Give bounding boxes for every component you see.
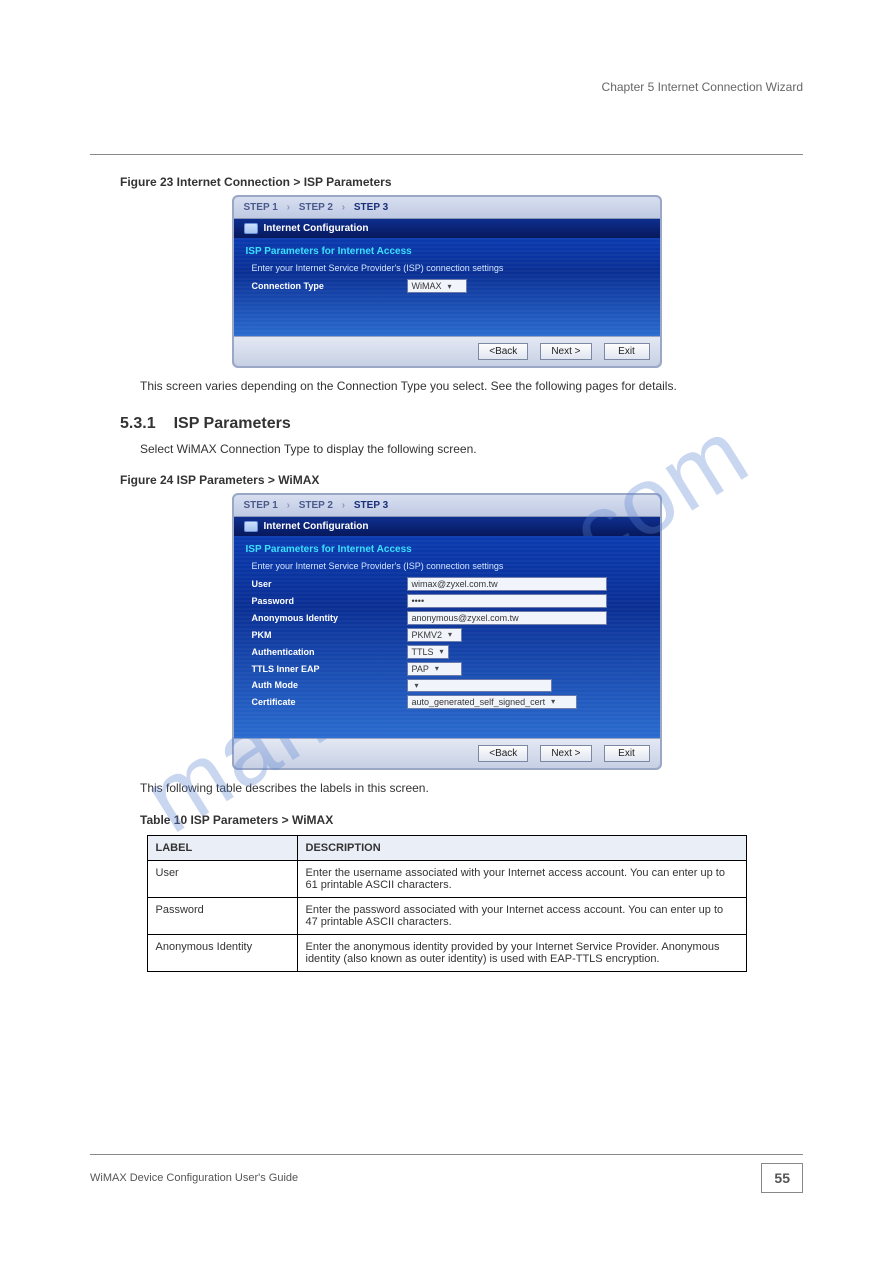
th-label: LABEL xyxy=(147,836,297,861)
next-button[interactable]: Next > xyxy=(540,745,591,762)
mid-paragraph: This screen varies depending on the Conn… xyxy=(140,378,753,395)
conn-type-select[interactable]: WiMAX xyxy=(407,279,467,293)
step-sep-icon: › xyxy=(342,500,345,511)
subsection-text: Select WiMAX Connection Type to display … xyxy=(140,441,753,458)
authmode-row: Auth Mode xyxy=(252,679,648,692)
wizard1-steps: STEP 1 › STEP 2 › STEP 3 xyxy=(234,197,660,219)
password-row: Password •••• xyxy=(252,594,648,608)
cert-label: Certificate xyxy=(252,697,407,707)
step2-label: STEP 2 xyxy=(299,202,333,213)
ttls-row: TTLS Inner EAP PAP xyxy=(252,662,648,676)
footer-guide: WiMAX Device Configuration User's Guide xyxy=(90,1172,298,1184)
anon-label: Anonymous Identity xyxy=(252,613,407,623)
step1-label: STEP 1 xyxy=(244,202,278,213)
cell-desc: Enter the password associated with your … xyxy=(297,898,746,935)
wizard1-titlebar: Internet Configuration xyxy=(234,219,660,238)
table-row: Anonymous Identity Enter the anonymous i… xyxy=(147,935,746,972)
cert-row: Certificate auto_generated_self_signed_c… xyxy=(252,695,648,709)
figure1-caption: Figure 23 Internet Connection > ISP Para… xyxy=(120,175,803,189)
page-footer: WiMAX Device Configuration User's Guide … xyxy=(90,1154,803,1193)
table-row: User Enter the username associated with … xyxy=(147,861,746,898)
header-rule xyxy=(90,154,803,155)
password-input[interactable]: •••• xyxy=(407,594,607,608)
isp-params-table: LABEL DESCRIPTION User Enter the usernam… xyxy=(147,835,747,972)
step-sep-icon: › xyxy=(342,202,345,213)
pkm-row: PKM PKMV2 xyxy=(252,628,648,642)
step-sep-icon: › xyxy=(287,202,290,213)
authmode-label: Auth Mode xyxy=(252,680,407,690)
wizard2-titlebar: Internet Configuration xyxy=(234,517,660,536)
password-label: Password xyxy=(252,596,407,606)
step3-label: STEP 3 xyxy=(354,202,388,213)
wizard-figure2: STEP 1 › STEP 2 › STEP 3 Internet Config… xyxy=(232,493,662,770)
subsection-number: 5.3.1 xyxy=(120,415,156,433)
user-label: User xyxy=(252,579,407,589)
cell-label: Anonymous Identity xyxy=(147,935,297,972)
figure2-caption: Figure 24 ISP Parameters > WiMAX xyxy=(120,473,803,487)
th-desc: DESCRIPTION xyxy=(297,836,746,861)
wizard1-title: Internet Configuration xyxy=(264,223,369,234)
back-button[interactable]: <Back xyxy=(478,745,528,762)
step3-label: STEP 3 xyxy=(354,500,388,511)
folder-icon xyxy=(244,521,258,532)
wizard1-section: ISP Parameters for Internet Access xyxy=(246,246,648,257)
table-row: Password Enter the password associated w… xyxy=(147,898,746,935)
pkm-select[interactable]: PKMV2 xyxy=(407,628,462,642)
step-sep-icon: › xyxy=(287,500,290,511)
wizard1-body: ISP Parameters for Internet Access Enter… xyxy=(234,238,660,336)
step2-label: STEP 2 xyxy=(299,500,333,511)
step1-label: STEP 1 xyxy=(244,500,278,511)
anon-row: Anonymous Identity anonymous@zyxel.com.t… xyxy=(252,611,648,625)
page-container: Chapter 5 Internet Connection Wizard Fig… xyxy=(0,0,893,1012)
cert-select[interactable]: auto_generated_self_signed_cert xyxy=(407,695,577,709)
next-button[interactable]: Next > xyxy=(540,343,591,360)
chapter-header: Chapter 5 Internet Connection Wizard xyxy=(90,80,803,94)
exit-button[interactable]: Exit xyxy=(604,343,650,360)
anon-input[interactable]: anonymous@zyxel.com.tw xyxy=(407,611,607,625)
wizard2-section: ISP Parameters for Internet Access xyxy=(246,544,648,555)
conn-type-row: Connection Type WiMAX xyxy=(252,279,648,293)
wizard1-subtext: Enter your Internet Service Provider's (… xyxy=(252,263,648,273)
ttls-label: TTLS Inner EAP xyxy=(252,664,407,674)
cell-label: Password xyxy=(147,898,297,935)
exit-button[interactable]: Exit xyxy=(604,745,650,762)
folder-icon xyxy=(244,223,258,234)
wizard-figure1: STEP 1 › STEP 2 › STEP 3 Internet Config… xyxy=(232,195,662,368)
auth-select[interactable]: TTLS xyxy=(407,645,449,659)
wizard2-footer: <Back Next > Exit xyxy=(234,738,660,768)
table-caption: Table 10 ISP Parameters > WiMAX xyxy=(140,813,803,827)
ttls-select[interactable]: PAP xyxy=(407,662,462,676)
auth-label: Authentication xyxy=(252,647,407,657)
wizard2-subtext: Enter your Internet Service Provider's (… xyxy=(252,561,648,571)
table-intro: This following table describes the label… xyxy=(140,780,753,797)
cell-desc: Enter the anonymous identity provided by… xyxy=(297,935,746,972)
wizard2-title: Internet Configuration xyxy=(264,521,369,532)
cell-desc: Enter the username associated with your … xyxy=(297,861,746,898)
wizard1-footer: <Back Next > Exit xyxy=(234,336,660,366)
cell-label: User xyxy=(147,861,297,898)
user-row: User wimax@zyxel.com.tw xyxy=(252,577,648,591)
wizard2-steps: STEP 1 › STEP 2 › STEP 3 xyxy=(234,495,660,517)
auth-row: Authentication TTLS xyxy=(252,645,648,659)
conn-type-label: Connection Type xyxy=(252,281,407,291)
user-input[interactable]: wimax@zyxel.com.tw xyxy=(407,577,607,591)
subsection-title: ISP Parameters xyxy=(174,415,291,433)
wizard2-body: ISP Parameters for Internet Access Enter… xyxy=(234,536,660,738)
pkm-label: PKM xyxy=(252,630,407,640)
back-button[interactable]: <Back xyxy=(478,343,528,360)
authmode-select[interactable] xyxy=(407,679,552,692)
page-number: 55 xyxy=(761,1163,803,1193)
